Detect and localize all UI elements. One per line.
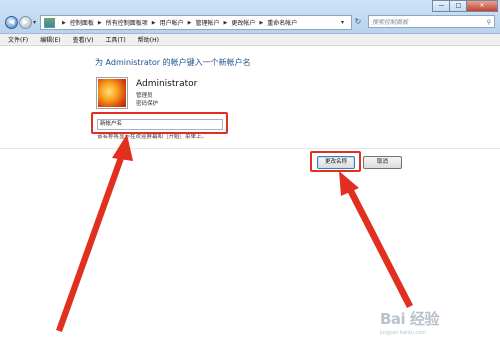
baidu-logo: Bai 经验 bbox=[380, 310, 439, 328]
annotation-arrows bbox=[56, 134, 413, 332]
arrow-to-button bbox=[339, 171, 413, 308]
watermark-url: jingyan.baidu.com bbox=[380, 330, 427, 336]
baidu-watermark: Bai 经验 jingyan.baidu.com bbox=[380, 308, 490, 336]
arrow-to-input bbox=[56, 134, 133, 332]
